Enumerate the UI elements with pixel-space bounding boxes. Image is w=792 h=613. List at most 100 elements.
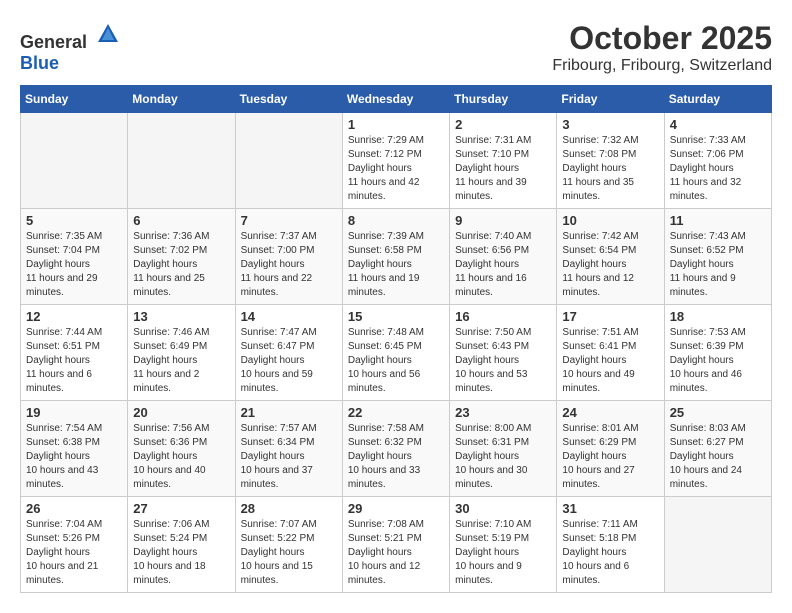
- table-row: 14 Sunrise: 7:47 AMSunset: 6:47 PMDayligh…: [235, 305, 342, 401]
- table-row: 15 Sunrise: 7:48 AMSunset: 6:45 PMDayligh…: [342, 305, 449, 401]
- day-info: Sunrise: 7:35 AMSunset: 7:04 PMDaylight …: [26, 230, 122, 300]
- day-info: Sunrise: 7:37 AMSunset: 7:00 PMDaylight …: [241, 230, 337, 300]
- day-number: 8: [348, 213, 444, 228]
- table-row: 7 Sunrise: 7:37 AMSunset: 7:00 PMDaylight…: [235, 209, 342, 305]
- day-info: Sunrise: 7:56 AMSunset: 6:36 PMDaylight …: [133, 422, 229, 492]
- table-row: 13 Sunrise: 7:46 AMSunset: 6:49 PMDayligh…: [128, 305, 235, 401]
- day-number: 18: [670, 309, 766, 324]
- day-number: 7: [241, 213, 337, 228]
- table-row: 9 Sunrise: 7:40 AMSunset: 6:56 PMDaylight…: [450, 209, 557, 305]
- col-tuesday: Tuesday: [235, 86, 342, 113]
- table-row: 1Sunrise: 7:29 AMSunset: 7:12 PMDaylight…: [342, 113, 449, 209]
- calendar-table: Sunday Monday Tuesday Wednesday Thursday…: [20, 85, 772, 593]
- day-number: 19: [26, 405, 122, 420]
- day-info: Sunrise: 7:32 AMSunset: 7:08 PMDaylight …: [562, 134, 658, 204]
- col-monday: Monday: [128, 86, 235, 113]
- day-number: 12: [26, 309, 122, 324]
- day-info: Sunrise: 7:50 AMSunset: 6:43 PMDaylight …: [455, 326, 551, 396]
- day-number: 15: [348, 309, 444, 324]
- day-info: Sunrise: 7:54 AMSunset: 6:38 PMDaylight …: [26, 422, 122, 492]
- day-info: Sunrise: 7:51 AMSunset: 6:41 PMDaylight …: [562, 326, 658, 396]
- day-info: Sunrise: 7:31 AMSunset: 7:10 PMDaylight …: [455, 134, 551, 204]
- day-number: 28: [241, 501, 337, 516]
- calendar-header-row: Sunday Monday Tuesday Wednesday Thursday…: [21, 86, 772, 113]
- table-row: [664, 497, 771, 593]
- calendar-week-row: 19 Sunrise: 7:54 AMSunset: 6:38 PMDayligh…: [21, 401, 772, 497]
- table-row: 16 Sunrise: 7:50 AMSunset: 6:43 PMDayligh…: [450, 305, 557, 401]
- day-number: 1: [348, 117, 444, 132]
- col-friday: Friday: [557, 86, 664, 113]
- calendar-week-row: 26 Sunrise: 7:04 AMSunset: 5:26 PMDayligh…: [21, 497, 772, 593]
- logo-general: General: [20, 32, 87, 52]
- table-row: 30 Sunrise: 7:10 AMSunset: 5:19 PMDayligh…: [450, 497, 557, 593]
- day-number: 21: [241, 405, 337, 420]
- day-number: 3: [562, 117, 658, 132]
- table-row: 6Sunrise: 7:36 AMSunset: 7:02 PMDaylight…: [128, 209, 235, 305]
- table-row: 25 Sunrise: 8:03 AMSunset: 6:27 PMDayligh…: [664, 401, 771, 497]
- day-info: Sunrise: 7:06 AMSunset: 5:24 PMDaylight …: [133, 518, 229, 588]
- day-info: Sunrise: 8:00 AMSunset: 6:31 PMDaylight …: [455, 422, 551, 492]
- day-number: 16: [455, 309, 551, 324]
- day-number: 30: [455, 501, 551, 516]
- day-number: 25: [670, 405, 766, 420]
- location-title: Fribourg, Fribourg, Switzerland: [552, 57, 772, 75]
- col-saturday: Saturday: [664, 86, 771, 113]
- day-info: Sunrise: 7:33 AMSunset: 7:06 PMDaylight …: [670, 134, 766, 204]
- logo-blue: Blue: [20, 53, 59, 73]
- table-row: 8 Sunrise: 7:39 AMSunset: 6:58 PMDaylight…: [342, 209, 449, 305]
- table-row: 18 Sunrise: 7:53 AMSunset: 6:39 PMDayligh…: [664, 305, 771, 401]
- table-row: 28 Sunrise: 7:07 AMSunset: 5:22 PMDayligh…: [235, 497, 342, 593]
- table-row: 2Sunrise: 7:31 AMSunset: 7:10 PMDaylight…: [450, 113, 557, 209]
- day-info: Sunrise: 7:10 AMSunset: 5:19 PMDaylight …: [455, 518, 551, 588]
- table-row: 24Sunrise: 8:01 AMSunset: 6:29 PMDayligh…: [557, 401, 664, 497]
- day-info: Sunrise: 7:44 AMSunset: 6:51 PMDaylight …: [26, 326, 122, 396]
- calendar-week-row: 12 Sunrise: 7:44 AMSunset: 6:51 PMDayligh…: [21, 305, 772, 401]
- day-info: Sunrise: 7:53 AMSunset: 6:39 PMDaylight …: [670, 326, 766, 396]
- table-row: 21 Sunrise: 7:57 AMSunset: 6:34 PMDayligh…: [235, 401, 342, 497]
- day-number: 13: [133, 309, 229, 324]
- day-number: 6: [133, 213, 229, 228]
- day-info: Sunrise: 7:47 AMSunset: 6:47 PMDaylight …: [241, 326, 337, 396]
- table-row: 29Sunrise: 7:08 AMSunset: 5:21 PMDayligh…: [342, 497, 449, 593]
- day-info: Sunrise: 7:58 AMSunset: 6:32 PMDaylight …: [348, 422, 444, 492]
- day-number: 17: [562, 309, 658, 324]
- col-sunday: Sunday: [21, 86, 128, 113]
- day-number: 22: [348, 405, 444, 420]
- logo-icon: [94, 20, 122, 48]
- table-row: 27 Sunrise: 7:06 AMSunset: 5:24 PMDayligh…: [128, 497, 235, 593]
- day-number: 27: [133, 501, 229, 516]
- table-row: [235, 113, 342, 209]
- table-row: 12 Sunrise: 7:44 AMSunset: 6:51 PMDayligh…: [21, 305, 128, 401]
- day-info: Sunrise: 7:04 AMSunset: 5:26 PMDaylight …: [26, 518, 122, 588]
- day-number: 23: [455, 405, 551, 420]
- page-header: General Blue October 2025 Fribourg, Frib…: [20, 20, 772, 75]
- day-info: Sunrise: 7:11 AMSunset: 5:18 PMDaylight …: [562, 518, 658, 588]
- day-info: Sunrise: 7:46 AMSunset: 6:49 PMDaylight …: [133, 326, 229, 396]
- day-info: Sunrise: 7:39 AMSunset: 6:58 PMDaylight …: [348, 230, 444, 300]
- day-number: 9: [455, 213, 551, 228]
- table-row: [21, 113, 128, 209]
- day-info: Sunrise: 8:01 AMSunset: 6:29 PMDaylight …: [562, 422, 658, 492]
- day-info: Sunrise: 7:43 AMSunset: 6:52 PMDaylight …: [670, 230, 766, 300]
- day-info: Sunrise: 7:48 AMSunset: 6:45 PMDaylight …: [348, 326, 444, 396]
- logo-text: General Blue: [20, 20, 122, 74]
- table-row: 11Sunrise: 7:43 AMSunset: 6:52 PMDayligh…: [664, 209, 771, 305]
- table-row: 20Sunrise: 7:56 AMSunset: 6:36 PMDayligh…: [128, 401, 235, 497]
- col-thursday: Thursday: [450, 86, 557, 113]
- day-number: 14: [241, 309, 337, 324]
- day-info: Sunrise: 7:40 AMSunset: 6:56 PMDaylight …: [455, 230, 551, 300]
- logo: General Blue: [20, 20, 122, 74]
- day-info: Sunrise: 7:07 AMSunset: 5:22 PMDaylight …: [241, 518, 337, 588]
- day-number: 29: [348, 501, 444, 516]
- table-row: 22 Sunrise: 7:58 AMSunset: 6:32 PMDayligh…: [342, 401, 449, 497]
- table-row: 5 Sunrise: 7:35 AMSunset: 7:04 PMDaylight…: [21, 209, 128, 305]
- calendar-week-row: 5 Sunrise: 7:35 AMSunset: 7:04 PMDaylight…: [21, 209, 772, 305]
- table-row: 4Sunrise: 7:33 AMSunset: 7:06 PMDaylight…: [664, 113, 771, 209]
- day-info: Sunrise: 8:03 AMSunset: 6:27 PMDaylight …: [670, 422, 766, 492]
- day-info: Sunrise: 7:57 AMSunset: 6:34 PMDaylight …: [241, 422, 337, 492]
- table-row: 31Sunrise: 7:11 AMSunset: 5:18 PMDayligh…: [557, 497, 664, 593]
- calendar-week-row: 1Sunrise: 7:29 AMSunset: 7:12 PMDaylight…: [21, 113, 772, 209]
- day-number: 26: [26, 501, 122, 516]
- table-row: 10Sunrise: 7:42 AMSunset: 6:54 PMDayligh…: [557, 209, 664, 305]
- day-number: 5: [26, 213, 122, 228]
